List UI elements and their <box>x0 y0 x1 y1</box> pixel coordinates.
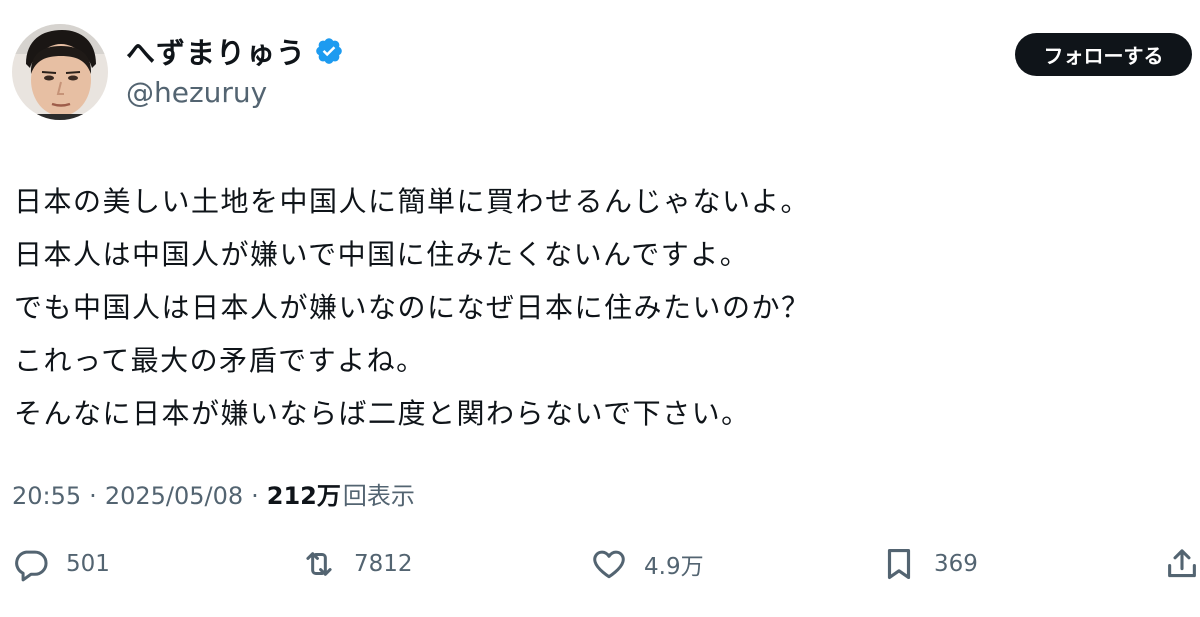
avatar[interactable] <box>12 24 108 120</box>
tweet-meta: 20:55 · 2025/05/08 · 212万 回表示 <box>12 476 415 511</box>
meta-separator: · <box>89 482 97 510</box>
author-name-row[interactable]: へずまりゅう <box>126 30 344 72</box>
retweet-icon <box>306 552 332 576</box>
tweet-text-line: そんなに日本が嫌いならば二度と関わらないで下さい。 <box>14 397 751 430</box>
author-name[interactable]: へずまりゅう <box>126 30 306 72</box>
retweet-button[interactable]: 7812 <box>300 543 413 585</box>
tweet-card: へずまりゅう @hezuruy フォローする 日本の美しい土地を中国人に簡単に買… <box>0 0 1200 617</box>
retweet-count: 7812 <box>354 551 413 577</box>
tweet-date[interactable]: 2025/05/08 <box>105 482 243 510</box>
follow-button[interactable]: フォローする <box>1015 33 1192 76</box>
author-handle[interactable]: @hezuruy <box>126 76 267 109</box>
avatar-image <box>12 24 108 120</box>
tweet-text-line: これって最大の矛盾ですよね。 <box>14 344 426 377</box>
reply-icon <box>15 550 48 582</box>
bookmark-icon <box>887 548 911 580</box>
reply-count: 501 <box>66 551 110 577</box>
views-label: 回表示 <box>342 482 415 510</box>
tweet-time[interactable]: 20:55 <box>12 482 81 510</box>
heart-icon <box>593 550 625 579</box>
bookmark-button[interactable]: 369 <box>880 543 978 585</box>
share-icon <box>1168 549 1196 578</box>
bookmark-count: 369 <box>934 551 978 577</box>
meta-separator: · <box>251 482 259 510</box>
like-button[interactable]: 4.9万 <box>590 543 704 585</box>
tweet-text: 日本の美しい土地を中国人に簡単に買わせるんじゃないよ。 日本人は中国人が嫌いで中… <box>14 175 1194 440</box>
tweet-text-line: 日本人は中国人が嫌いで中国に住みたくないんですよ。 <box>14 238 750 271</box>
tweet-text-line: 日本の美しい土地を中国人に簡単に買わせるんじゃないよ。 <box>14 185 810 218</box>
like-count: 4.9万 <box>644 554 704 580</box>
share-button[interactable] <box>1165 543 1199 585</box>
views-count[interactable]: 212万 <box>267 476 341 511</box>
verified-badge-icon <box>314 36 344 66</box>
tweet-text-line: でも中国人は日本人が嫌いなのになぜ日本に住みたいのか？ <box>14 291 811 324</box>
reply-button[interactable]: 501 <box>12 543 110 585</box>
